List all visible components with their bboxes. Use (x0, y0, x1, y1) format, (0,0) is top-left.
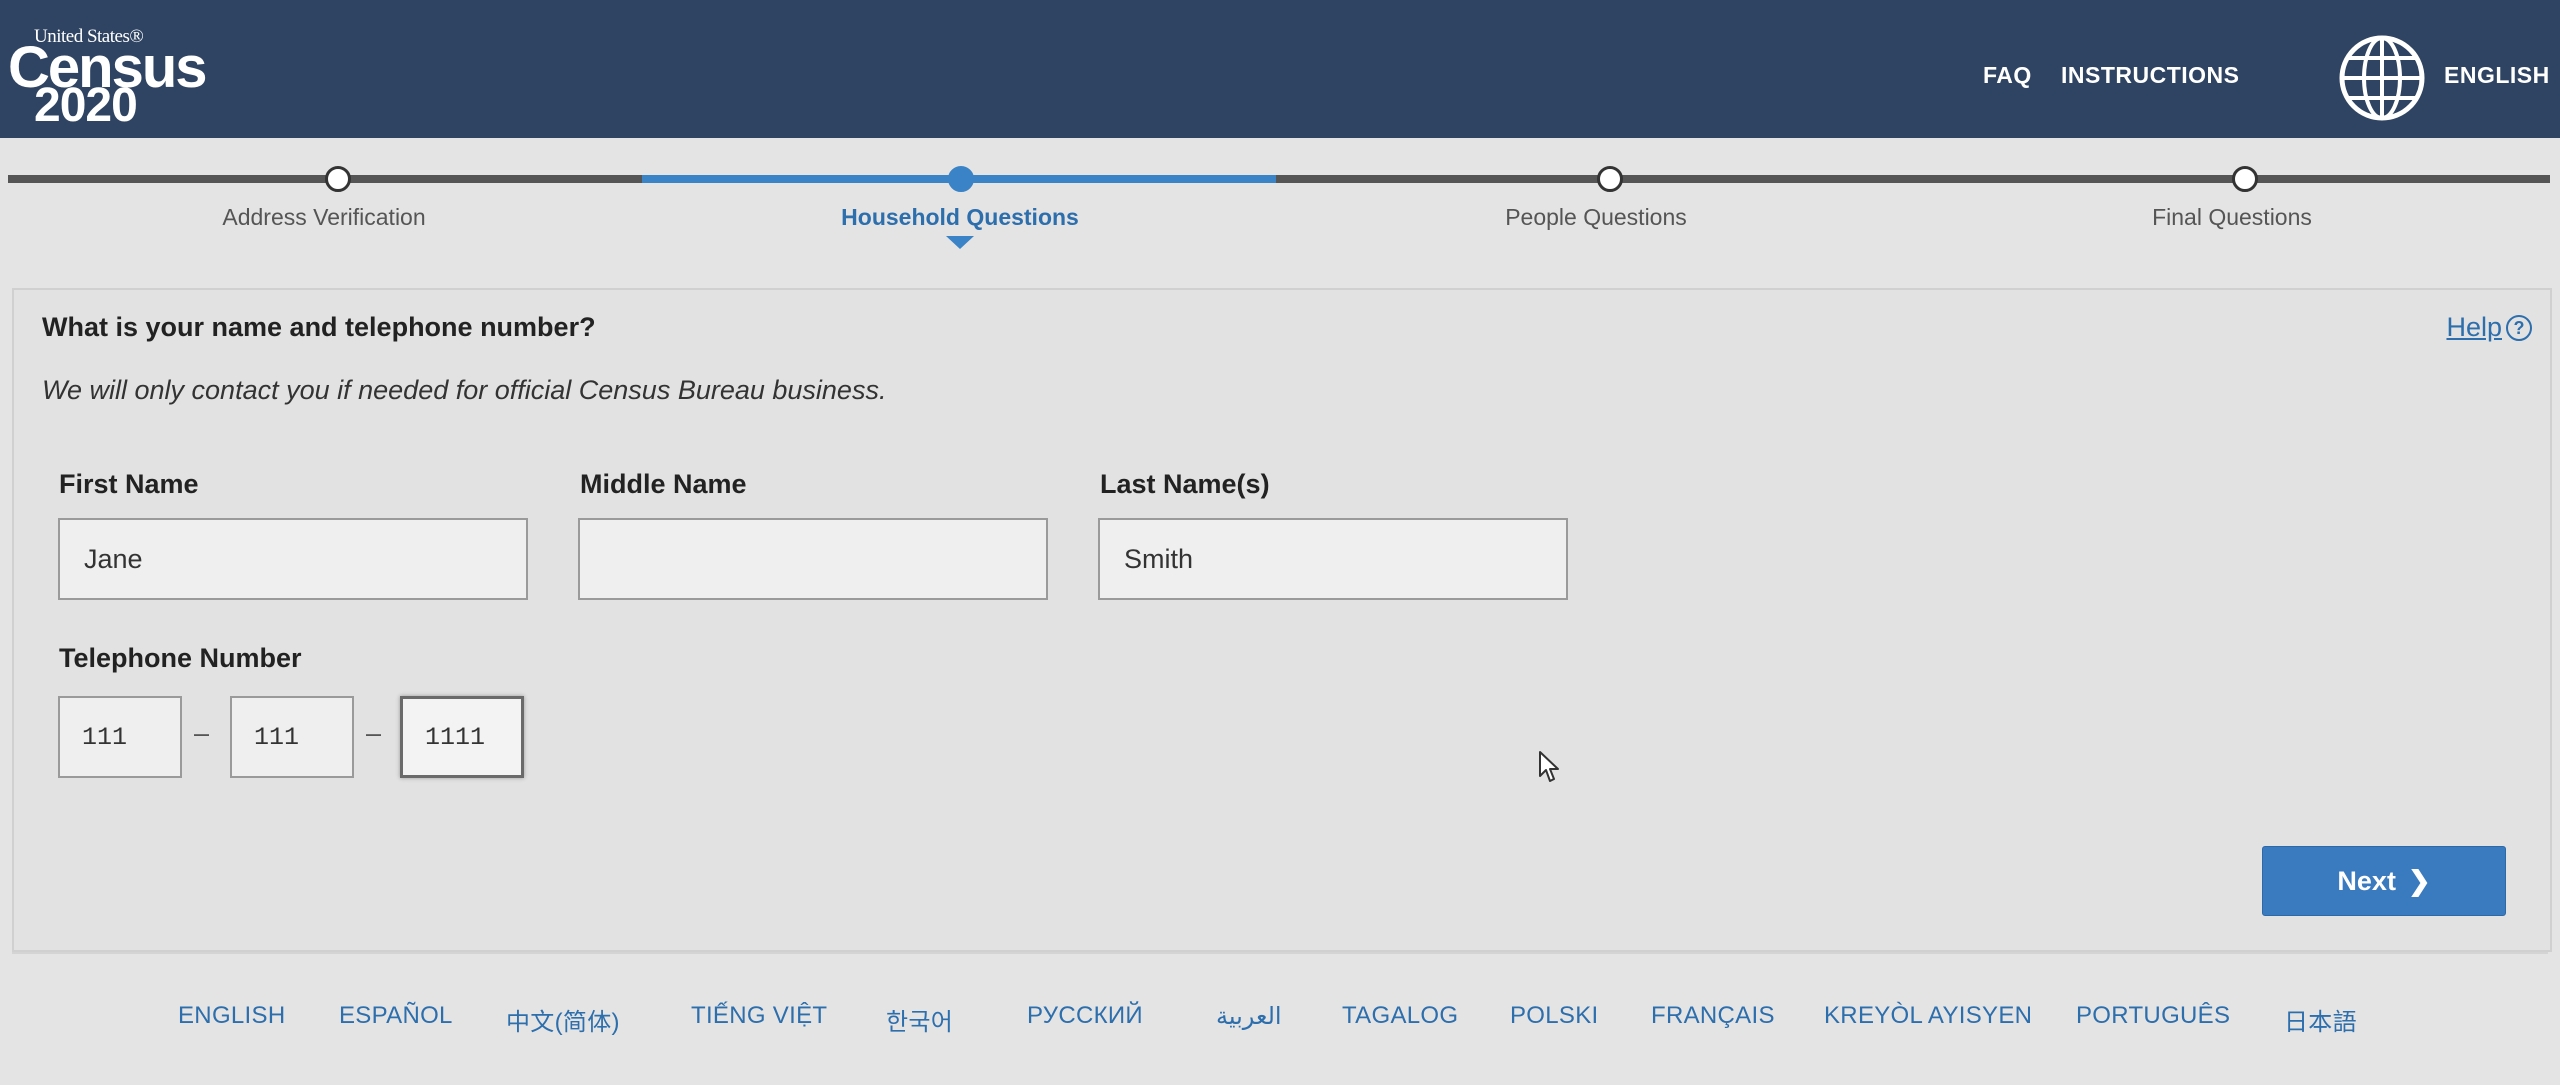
instructions-link[interactable]: INSTRUCTIONS (2061, 62, 2240, 89)
language-link-korean[interactable]: 한국어 (886, 1002, 953, 1037)
mouse-pointer-icon (1539, 751, 1559, 782)
language-selector[interactable]: ENGLISH (2444, 62, 2550, 89)
help-link-label: Help (2446, 312, 2502, 342)
step-label-final-questions: Final Questions (2152, 204, 2312, 230)
middle-name-input[interactable] (578, 518, 1048, 600)
phone-prefix-input[interactable] (230, 696, 354, 778)
telephone-number-label: Telephone Number (59, 643, 302, 673)
language-link-russian[interactable]: РУССКИЙ (1027, 1002, 1143, 1030)
progress-stepper: Address Verification Household Questions… (0, 150, 2560, 260)
last-name-input[interactable] (1098, 518, 1568, 600)
census-2020-logo[interactable]: United States® Census 2020 (8, 26, 208, 131)
middle-name-label: Middle Name (580, 469, 747, 499)
globe-icon[interactable] (2338, 34, 2426, 122)
help-circle-icon: ? (2506, 315, 2532, 341)
language-footer: ENGLISH ESPAÑOL 中文(简体) TIẾNG VIỆT 한국어 РУ… (12, 952, 2548, 1085)
phone-area-code-input[interactable] (58, 696, 182, 778)
step-dot-people-questions (1597, 166, 1623, 192)
help-link[interactable]: Help? (2446, 312, 2532, 343)
language-link-english[interactable]: ENGLISH (178, 1002, 285, 1030)
question-card: What is your name and telephone number? … (12, 288, 2552, 952)
language-link-vietnamese[interactable]: TIẾNG VIỆT (691, 1002, 827, 1030)
step-label-people-questions: People Questions (1505, 204, 1687, 230)
language-link-polish[interactable]: POLSKI (1510, 1002, 1599, 1030)
phone-separator: – (366, 718, 382, 748)
language-link-espanol[interactable]: ESPAÑOL (339, 1002, 453, 1030)
last-name-label: Last Name(s) (1100, 469, 1270, 499)
language-link-japanese[interactable]: 日本語 (2284, 1002, 2357, 1037)
step-dot-final-questions (2232, 166, 2258, 192)
first-name-input[interactable] (58, 518, 528, 600)
question-title: What is your name and telephone number? (42, 312, 596, 342)
next-button-label: Next (2337, 865, 2396, 896)
faq-link[interactable]: FAQ (1983, 62, 2032, 89)
phone-line-number-input[interactable] (400, 696, 524, 778)
progress-track-3 (1276, 175, 1910, 183)
language-link-french[interactable]: FRANÇAIS (1651, 1002, 1775, 1030)
step-label-household-questions: Household Questions (841, 204, 1079, 230)
first-name-label: First Name (59, 469, 199, 499)
step-dot-household-questions (948, 166, 974, 192)
language-link-chinese[interactable]: 中文(简体) (506, 1002, 620, 1037)
site-header: United States® Census 2020 FAQ INSTRUCTI… (0, 0, 2560, 138)
language-link-portuguese[interactable]: PORTUGUÊS (2076, 1002, 2230, 1030)
progress-track-4 (1910, 175, 2550, 183)
phone-separator: – (194, 718, 210, 748)
current-step-caret-icon (946, 236, 974, 249)
logo-year: 2020 (34, 79, 138, 132)
chevron-right-icon: ❯ (2407, 865, 2431, 896)
step-dot-address-verification (325, 166, 351, 192)
step-label-address-verification: Address Verification (222, 204, 426, 230)
language-link-haitian-creole[interactable]: KREYÒL AYISYEN (1824, 1002, 2032, 1030)
next-button[interactable]: Next ❯ (2262, 846, 2506, 916)
question-subtitle: We will only contact you if needed for o… (42, 375, 887, 405)
language-link-tagalog[interactable]: TAGALOG (1342, 1002, 1458, 1030)
language-link-arabic[interactable]: العربية (1216, 1002, 1282, 1031)
